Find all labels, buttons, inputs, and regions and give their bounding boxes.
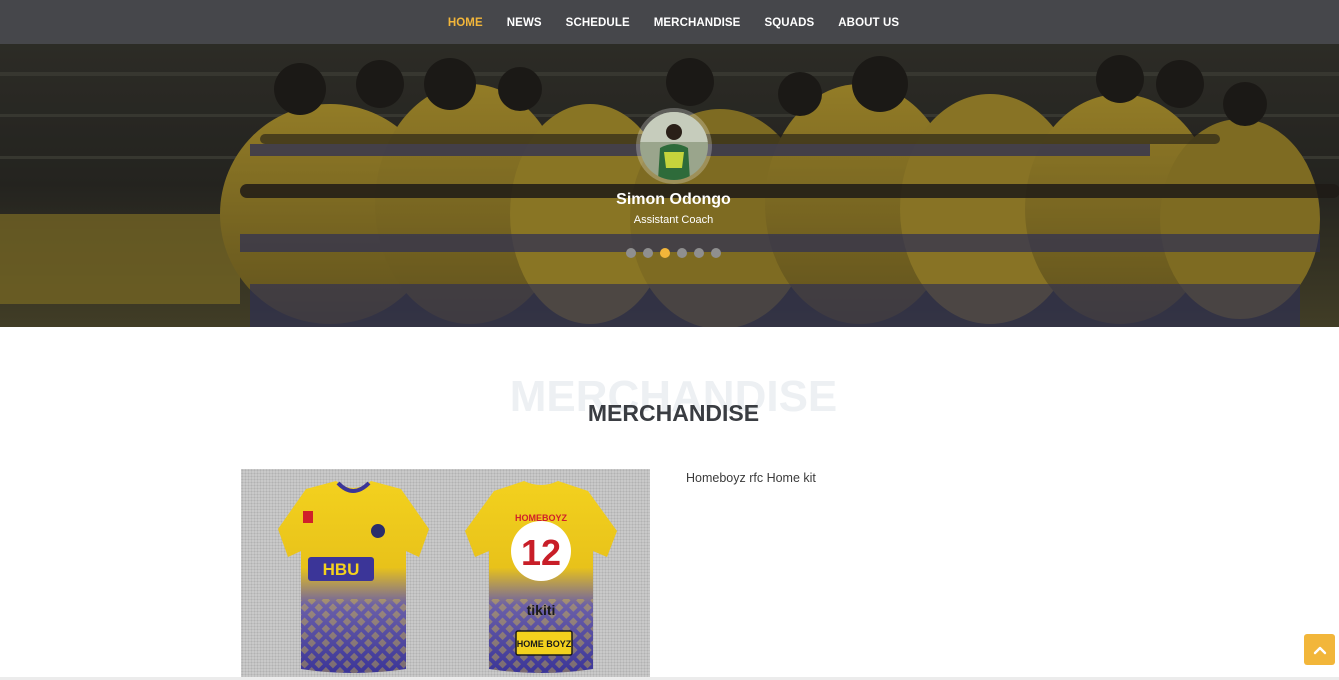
nav-item-schedule[interactable]: SCHEDULE xyxy=(554,17,642,29)
main-navbar: HOME NEWS SCHEDULE MERCHANDISE SQUADS AB… xyxy=(0,0,1339,44)
nav-item-about-us[interactable]: ABOUT US xyxy=(826,17,911,29)
coach-avatar xyxy=(636,108,712,184)
coach-photo xyxy=(640,112,708,180)
nav-item-news[interactable]: NEWS xyxy=(495,17,554,29)
jersey-back-number: 12 xyxy=(521,532,561,573)
jersey-back-sponsor: tikiti xyxy=(527,602,556,618)
coach-name: Simon Odongo xyxy=(616,191,731,208)
coach-role: Assistant Coach xyxy=(633,214,714,226)
product-image[interactable]: HBU HOMEBOYZ 12 tikiti HOME BOYZ xyxy=(241,469,650,680)
jersey-front-text: HBU xyxy=(323,560,360,579)
hero-slider: Simon Odongo Assistant Coach xyxy=(0,44,1339,327)
jersey-image: HBU HOMEBOYZ 12 tikiti HOME BOYZ xyxy=(278,481,617,673)
jersey-front: HBU xyxy=(278,481,429,673)
slider-dot[interactable] xyxy=(626,248,636,258)
chevron-up-icon xyxy=(1313,646,1326,654)
nav-item-home[interactable]: HOME xyxy=(436,17,495,29)
jersey-back: HOMEBOYZ 12 tikiti HOME BOYZ xyxy=(465,481,617,673)
product-description: Homeboyz rfc Home kit xyxy=(686,471,816,485)
slider-dot[interactable] xyxy=(643,248,653,258)
slider-dot[interactable] xyxy=(711,248,721,258)
slider-dot-active[interactable] xyxy=(660,248,670,258)
slider-dot[interactable] xyxy=(677,248,687,258)
jersey-back-logo: HOME BOYZ xyxy=(517,639,572,649)
section-title: MERCHANDISE xyxy=(587,400,760,426)
back-to-top-button[interactable] xyxy=(1304,634,1335,665)
slider-dot[interactable] xyxy=(694,248,704,258)
nav-item-merchandise[interactable]: MERCHANDISE xyxy=(642,17,753,29)
nav-menu: HOME NEWS SCHEDULE MERCHANDISE SQUADS AB… xyxy=(436,13,911,31)
nav-item-squads[interactable]: SQUADS xyxy=(752,17,826,29)
hero-dim-overlay xyxy=(0,44,1339,327)
slider-pagination xyxy=(0,248,1339,258)
